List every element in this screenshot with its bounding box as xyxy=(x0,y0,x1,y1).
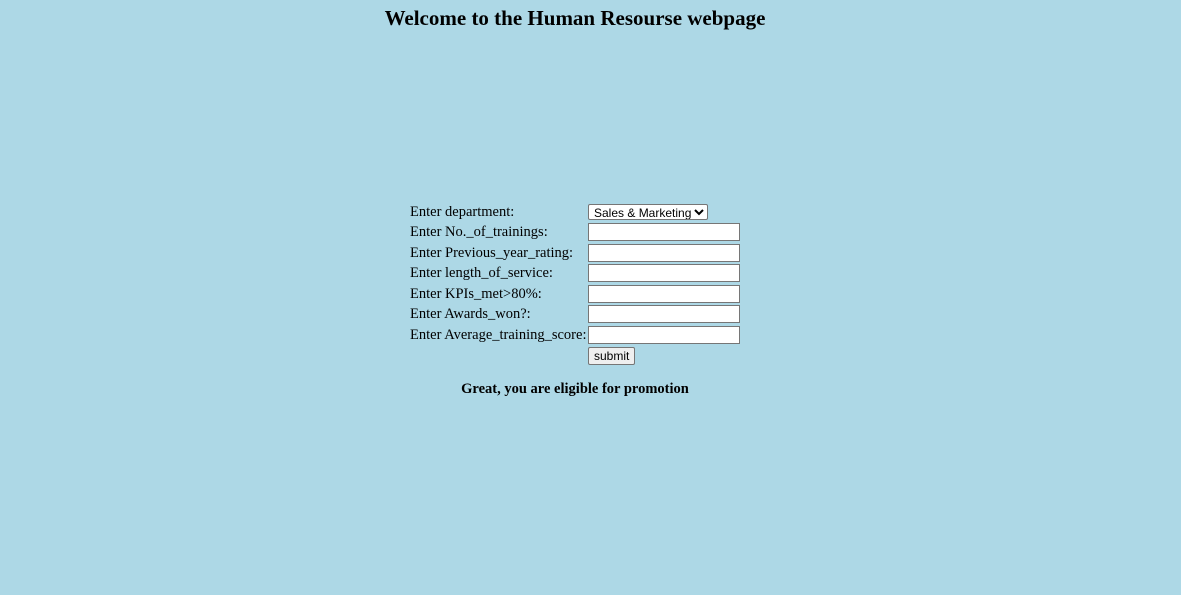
department-select[interactable]: Sales & Marketing xyxy=(588,204,708,220)
department-row: Enter department: Sales & Marketing xyxy=(409,203,749,222)
no-of-trainings-row: Enter No._of_trainings: xyxy=(409,223,749,242)
department-label: Enter department: xyxy=(410,204,515,220)
kpis-met-row: Enter KPIs_met>80%: xyxy=(409,285,749,304)
awards-won-input[interactable] xyxy=(588,305,740,323)
kpis-met-input[interactable] xyxy=(588,285,740,303)
page-title: Welcome to the Human Resourse webpage xyxy=(384,6,766,30)
no-of-trainings-label: Enter No._of_trainings: xyxy=(410,224,548,240)
awards-won-row: Enter Awards_won?: xyxy=(409,305,749,324)
awards-won-label: Enter Awards_won?: xyxy=(410,306,531,322)
kpis-met-label: Enter KPIs_met>80%: xyxy=(410,286,542,302)
average-training-score-label: Enter Average_training_score: xyxy=(410,327,587,343)
previous-year-rating-label: Enter Previous_year_rating: xyxy=(410,245,574,261)
page: Welcome to the Human Resourse webpage En… xyxy=(0,0,1181,595)
no-of-trainings-input[interactable] xyxy=(588,223,740,241)
length-of-service-input[interactable] xyxy=(588,264,740,282)
submit-button[interactable]: submit xyxy=(588,347,636,365)
result-message: Great, you are eligible for promotion xyxy=(461,381,689,397)
length-of-service-label: Enter length_of_service: xyxy=(410,265,553,281)
previous-year-rating-row: Enter Previous_year_rating: xyxy=(409,244,749,263)
average-training-score-input[interactable] xyxy=(588,326,740,344)
length-of-service-row: Enter length_of_service: xyxy=(409,264,749,283)
previous-year-rating-input[interactable] xyxy=(588,244,740,262)
average-training-score-row: Enter Average_training_score: xyxy=(409,326,749,345)
submit-row: submit xyxy=(409,347,749,366)
